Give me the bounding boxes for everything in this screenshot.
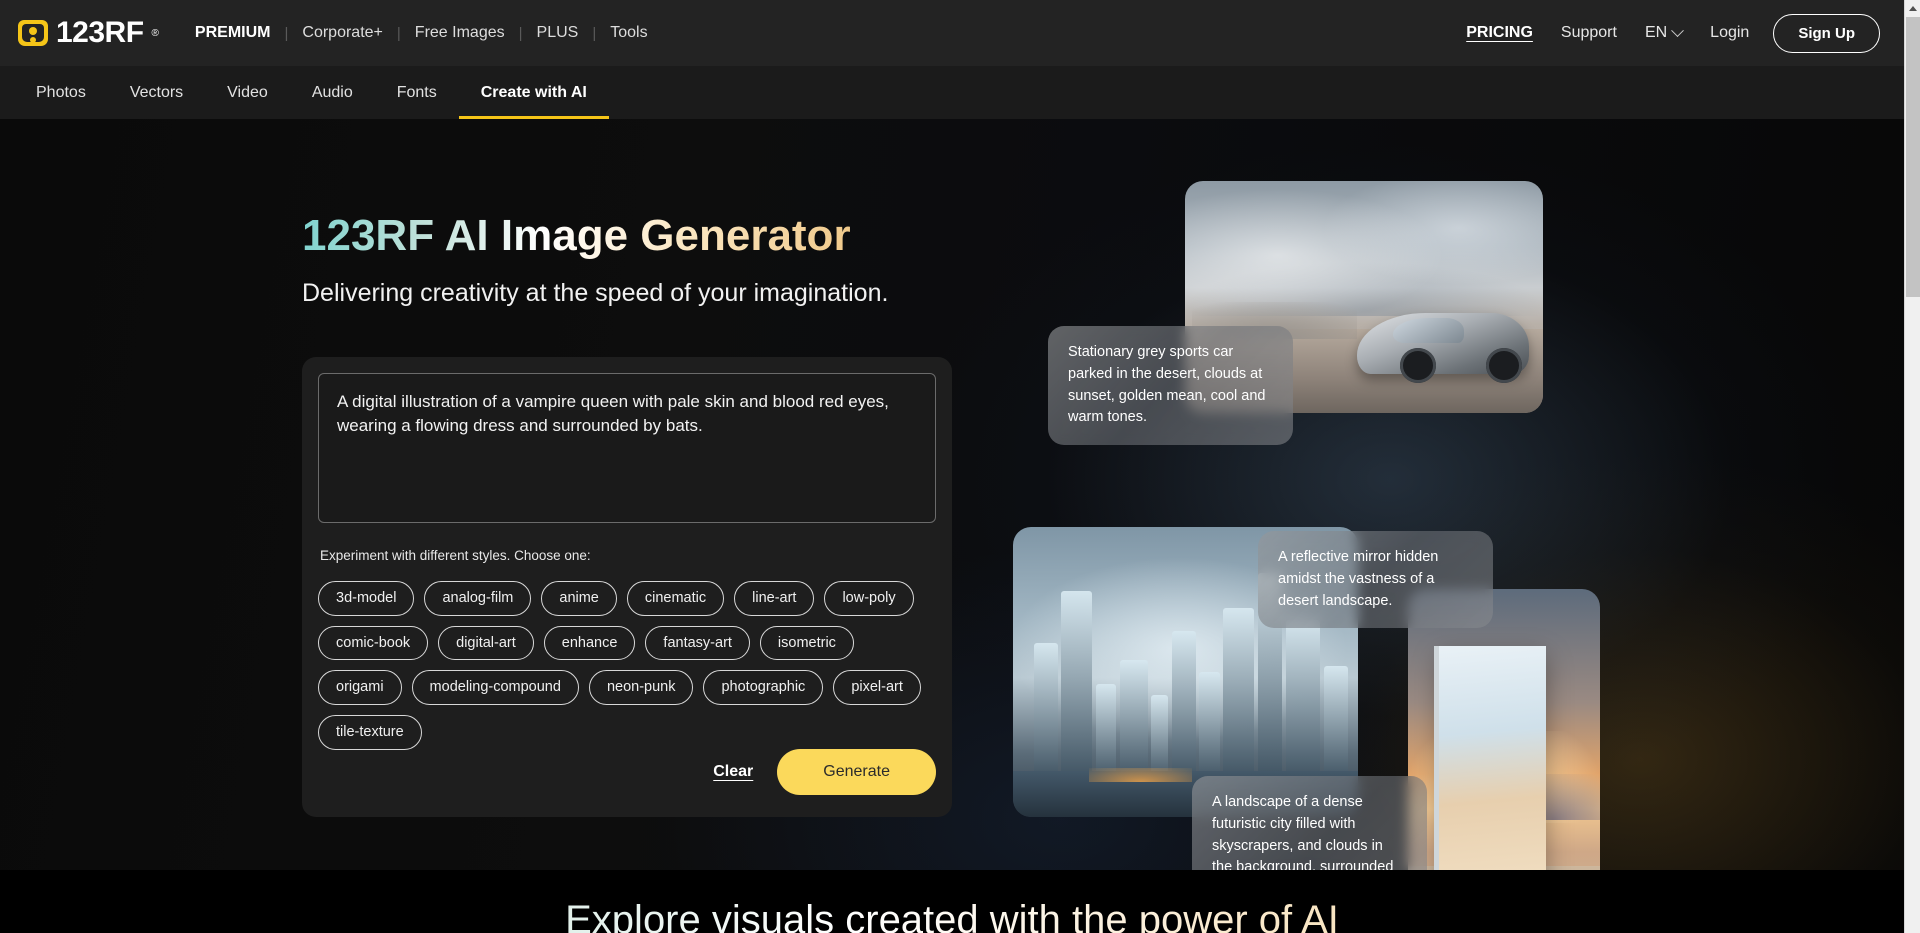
showcase-collage: Stationary grey sports car parked in the… [0, 119, 1904, 870]
page-subtitle: Delivering creativity at the speed of yo… [302, 279, 889, 307]
language-selector[interactable]: EN [1631, 23, 1696, 42]
style-chip-3d-model[interactable]: 3d-model [318, 581, 415, 616]
style-chip-neon-punk[interactable]: neon-punk [588, 670, 694, 706]
logo-trademark: ® [151, 27, 159, 39]
style-chip-enhance[interactable]: enhance [543, 625, 636, 661]
prompt-bubble-sports-car: Stationary grey sports car parked in the… [1048, 326, 1293, 445]
site-logo[interactable]: 123RF ® [18, 18, 159, 48]
prompt-bubble-mirror: A reflective mirror hidden amidst the va… [1258, 531, 1493, 629]
skyscraper [1171, 631, 1196, 783]
skyscraper [1061, 590, 1093, 783]
style-chip-fantasy-art[interactable]: fantasy-art [645, 625, 750, 661]
chevron-down-icon [1671, 23, 1685, 37]
page-scrollbar[interactable] [1904, 0, 1920, 933]
styles-label: Experiment with different styles. Choose… [320, 548, 591, 563]
style-chip-comic-book[interactable]: comic-book [318, 625, 429, 661]
style-chip-modeling-compound[interactable]: modeling-compound [411, 670, 579, 706]
clouds-layer [1185, 181, 1543, 316]
dune-layer [1192, 301, 1357, 339]
sunset-glow-layer [1408, 731, 1600, 824]
style-chip-photographic[interactable]: photographic [703, 670, 824, 706]
style-chip-tile-texture[interactable]: tile-texture [318, 715, 422, 750]
futuristic-city-image [1013, 527, 1358, 817]
tab-video[interactable]: Video [205, 66, 290, 119]
style-chip-analog-film[interactable]: analog-film [424, 581, 532, 616]
prompt-input[interactable] [318, 373, 936, 523]
car-windshield-shape [1392, 317, 1465, 344]
desert-ground-layer [1185, 329, 1543, 413]
car-wheel-rear [1485, 348, 1522, 383]
city-sky-layer [1013, 527, 1358, 817]
style-chip-origami[interactable]: origami [318, 670, 402, 706]
page-root: 123RF ® PREMIUM | Corporate+ | Free Imag… [0, 0, 1920, 933]
tab-photos[interactable]: Photos [14, 66, 108, 119]
style-chip-line-art[interactable]: line-art [734, 581, 815, 616]
tab-vectors[interactable]: Vectors [108, 66, 205, 119]
lake-layer [1013, 770, 1358, 817]
skyscraper [1151, 695, 1169, 783]
style-chip-pixel-art[interactable]: pixel-art [833, 670, 921, 706]
car-body-shape [1356, 313, 1529, 374]
skyscraper [1199, 672, 1220, 783]
tab-fonts[interactable]: Fonts [375, 66, 459, 119]
mountain-layer [1496, 773, 1600, 820]
page-title: 123RF AI Image Generator [302, 211, 851, 260]
generate-button[interactable]: Generate [777, 749, 936, 795]
nav-free-images[interactable]: Free Images [401, 24, 519, 42]
style-chip-cinematic[interactable]: cinematic [626, 581, 725, 616]
skyscraper [1257, 573, 1283, 783]
category-tabs: Photos Vectors Video Audio Fonts Create … [0, 66, 1904, 119]
desert-mirror-image [1408, 589, 1600, 870]
tab-audio[interactable]: Audio [290, 66, 375, 119]
style-chip-digital-art[interactable]: digital-art [438, 625, 534, 661]
prompt-bubble-city: A landscape of a dense futuristic city f… [1192, 776, 1427, 870]
logo-text: 123RF [56, 16, 144, 49]
nav-premium[interactable]: PREMIUM [181, 24, 285, 42]
pricing-link[interactable]: PRICING [1452, 24, 1547, 42]
skyscraper [1285, 619, 1321, 783]
tab-create-with-ai[interactable]: Create with AI [458, 66, 609, 119]
scroll-up-arrow-icon[interactable] [1905, 0, 1920, 17]
skyscraper [1095, 683, 1117, 783]
prompt-panel: Experiment with different styles. Choose… [302, 357, 952, 817]
style-chip-low-poly[interactable]: low-poly [824, 581, 914, 616]
clear-button[interactable]: Clear [713, 763, 753, 781]
nav-tools[interactable]: Tools [596, 24, 661, 42]
skyscraper [1323, 666, 1348, 783]
top-header: 123RF ® PREMIUM | Corporate+ | Free Imag… [0, 0, 1904, 66]
hero-section: 123RF AI Image Generator Delivering crea… [0, 119, 1904, 870]
sand-layer [1408, 865, 1600, 870]
prompt-actions: Clear Generate [713, 749, 936, 795]
header-right-actions: PRICING Support EN Login Sign Up [1452, 13, 1880, 53]
login-link[interactable]: Login [1696, 24, 1763, 42]
skyscraper [1223, 608, 1255, 783]
style-chip-anime[interactable]: anime [541, 581, 617, 616]
style-chip-list: 3d-model analog-film anime cinematic lin… [318, 581, 940, 750]
desert-sports-car-image [1185, 181, 1543, 413]
car-wheel-front [1399, 348, 1436, 383]
mirror-panel-shape [1438, 645, 1547, 870]
camera-person-icon [18, 20, 48, 46]
support-link[interactable]: Support [1547, 24, 1631, 42]
city-lights-glow [1088, 767, 1193, 783]
scrollbar-thumb[interactable] [1906, 17, 1920, 297]
explore-heading: Explore visuals created with the power o… [0, 898, 1904, 933]
style-chip-isometric[interactable]: isometric [759, 625, 854, 661]
nav-corporate-plus[interactable]: Corporate+ [288, 24, 397, 42]
skyscraper [1033, 643, 1058, 783]
language-label: EN [1644, 24, 1668, 41]
triangle-up-icon [1909, 6, 1917, 11]
sign-up-button[interactable]: Sign Up [1773, 13, 1880, 53]
skyscraper [1119, 660, 1148, 783]
primary-nav: PREMIUM | Corporate+ | Free Images | PLU… [181, 24, 662, 42]
nav-plus[interactable]: PLUS [523, 24, 593, 42]
